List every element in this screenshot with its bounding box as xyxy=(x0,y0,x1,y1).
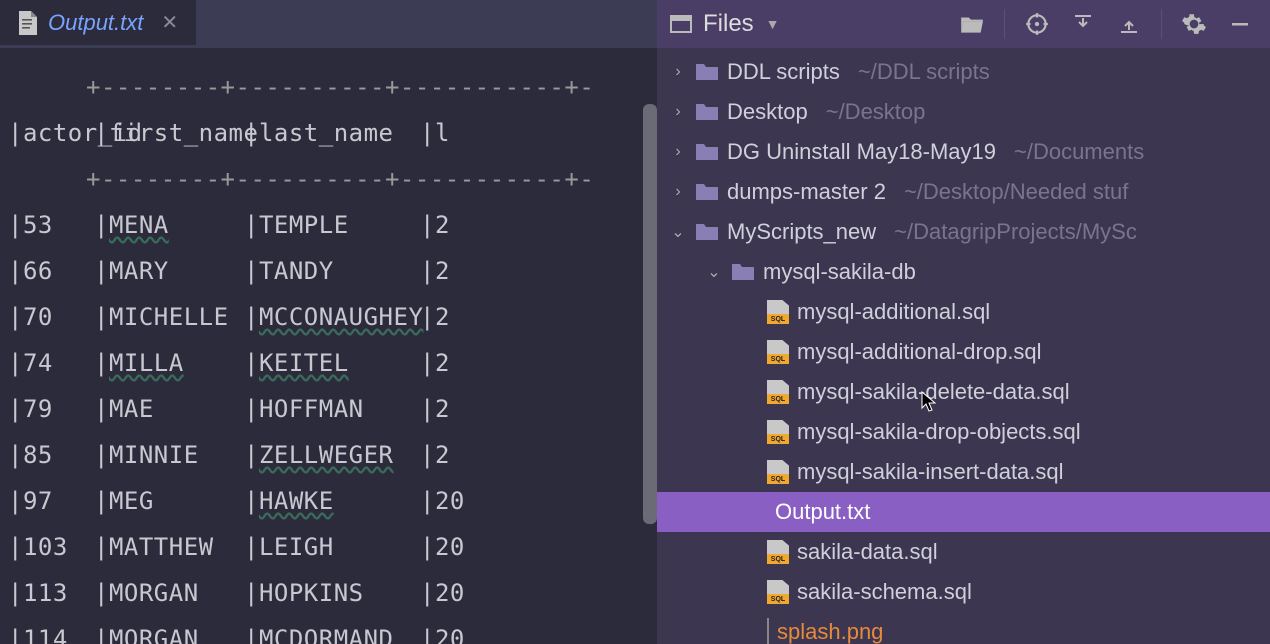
tree-item[interactable]: ›SQLmysql-sakila-insert-data.sql xyxy=(657,452,1270,492)
folder-icon xyxy=(695,62,719,82)
tree-item-label: sakila-data.sql xyxy=(797,539,938,565)
tree-item[interactable]: ›SQLmysql-sakila-delete-data.sql xyxy=(657,372,1270,412)
chevron-down-icon[interactable]: ⌄ xyxy=(669,222,687,242)
chevron-right-icon[interactable]: › xyxy=(669,63,687,81)
tree-item-path: ~/DDL scripts xyxy=(858,59,990,85)
files-panel-header: Files ▼ xyxy=(657,0,1270,48)
minimize-button[interactable] xyxy=(1222,6,1258,42)
panel-icon xyxy=(669,12,693,36)
sql-icon: SQL xyxy=(767,340,789,364)
chevron-right-icon[interactable]: › xyxy=(669,183,687,201)
editor-tab-bar: Output.txt ✕ xyxy=(0,0,657,48)
tree-item-label: splash.png xyxy=(777,619,883,644)
tree-item[interactable]: ›splash.png xyxy=(657,612,1270,644)
open-folder-button[interactable] xyxy=(954,6,990,42)
tree-item[interactable]: ⌄ MyScripts_new ~/DatagripProjects/MySc xyxy=(657,212,1270,252)
chevron-right-icon[interactable]: › xyxy=(669,103,687,121)
editor-pane[interactable]: +--------+----------+-----------+-|actor… xyxy=(0,48,657,644)
tree-item[interactable]: ›SQLmysql-sakila-drop-objects.sql xyxy=(657,412,1270,452)
folder-icon xyxy=(695,182,719,202)
sql-icon: SQL xyxy=(767,380,789,404)
tree-item-label: mysql-sakila-insert-data.sql xyxy=(797,459,1064,485)
tab-label: Output.txt xyxy=(48,10,143,36)
tree-item-path: ~/DatagripProjects/MySc xyxy=(894,219,1137,245)
tree-item-path: ~/Desktop/Needed stuf xyxy=(904,179,1128,205)
panel-title[interactable]: Files xyxy=(703,10,754,38)
tree-item-label: mysql-sakila-drop-objects.sql xyxy=(797,419,1081,445)
tree-item-label: dumps-master 2 xyxy=(727,179,886,205)
chevron-right-icon[interactable]: › xyxy=(669,143,687,161)
tree-item[interactable]: › dumps-master 2 ~/Desktop/Needed stuf xyxy=(657,172,1270,212)
folder-icon xyxy=(695,222,719,242)
tree-item[interactable]: ›SQLmysql-additional-drop.sql xyxy=(657,332,1270,372)
sql-icon: SQL xyxy=(767,300,789,324)
tree-item-label: mysql-sakila-db xyxy=(763,259,916,285)
tree-item[interactable]: ›SQLmysql-additional.sql xyxy=(657,292,1270,332)
tree-item[interactable]: › DG Uninstall May18-May19 ~/Documents xyxy=(657,132,1270,172)
folder-icon xyxy=(695,142,719,162)
folder-icon xyxy=(731,262,755,282)
sql-icon: SQL xyxy=(767,540,789,564)
tree-item-path: ~/Desktop xyxy=(826,99,926,125)
editor-tab-output[interactable]: Output.txt ✕ xyxy=(0,0,196,48)
files-tree: › DDL scripts ~/DDL scripts › Desktop ~/Deskt… xyxy=(657,48,1270,644)
collapse-all-button[interactable] xyxy=(1111,6,1147,42)
sql-icon: SQL xyxy=(767,580,789,604)
target-button[interactable] xyxy=(1019,6,1055,42)
sql-icon: SQL xyxy=(767,420,789,444)
tree-item[interactable]: › DDL scripts ~/DDL scripts xyxy=(657,52,1270,92)
tree-item-label: DDL scripts xyxy=(727,59,840,85)
tree-item-label: mysql-additional.sql xyxy=(797,299,990,325)
close-icon[interactable]: ✕ xyxy=(161,10,178,35)
img-icon xyxy=(767,619,769,644)
tree-item-label: Output.txt xyxy=(775,499,870,525)
scrollbar[interactable] xyxy=(643,104,657,524)
tree-item-label: sakila-schema.sql xyxy=(797,579,972,605)
tree-item-path: ~/Documents xyxy=(1014,139,1144,165)
folder-icon xyxy=(695,102,719,122)
tree-item-label: DG Uninstall May18-May19 xyxy=(727,139,996,165)
tree-item-label: MyScripts_new xyxy=(727,219,876,245)
sql-icon: SQL xyxy=(767,460,789,484)
tree-item[interactable]: › Desktop ~/Desktop xyxy=(657,92,1270,132)
text-file-icon xyxy=(18,11,38,35)
tree-item[interactable]: ›SQLsakila-schema.sql xyxy=(657,572,1270,612)
tree-item[interactable]: ›Output.txt xyxy=(657,492,1270,532)
chevron-down-icon[interactable]: ▼ xyxy=(766,16,780,32)
tree-item-label: mysql-sakila-delete-data.sql xyxy=(797,379,1070,405)
chevron-down-icon[interactable]: ⌄ xyxy=(705,262,723,282)
tree-item-label: mysql-additional-drop.sql xyxy=(797,339,1042,365)
expand-all-button[interactable] xyxy=(1065,6,1101,42)
tree-item[interactable]: ›SQLsakila-data.sql xyxy=(657,532,1270,572)
gear-icon[interactable] xyxy=(1176,6,1212,42)
tree-item[interactable]: ⌄ mysql-sakila-db xyxy=(657,252,1270,292)
tree-item-label: Desktop xyxy=(727,99,808,125)
